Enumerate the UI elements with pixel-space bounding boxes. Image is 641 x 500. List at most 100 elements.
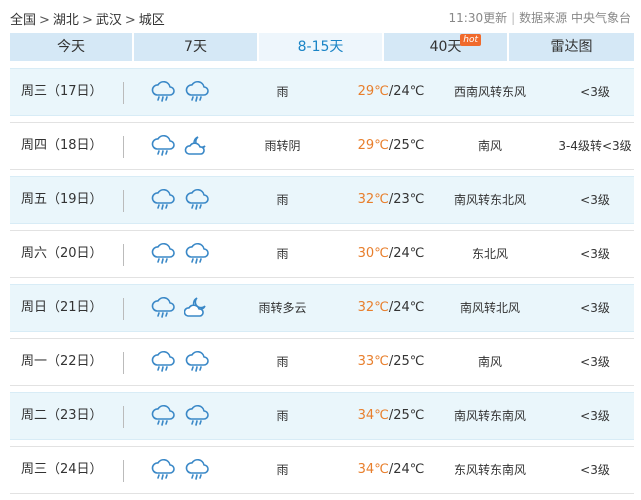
breadcrumb-city[interactable]: 武汉 — [96, 13, 122, 28]
forecast-row: 周六（20日） 雨 30℃/24℃ 东北风 <3级 — [10, 230, 634, 278]
weather-description: 雨 — [276, 463, 289, 477]
wind-direction: 南风转东南风 — [453, 409, 526, 423]
tab-label: 7天 — [184, 39, 207, 55]
weather-description: 雨转阴 — [264, 139, 301, 153]
tab-7-day[interactable]: 7天 — [134, 33, 259, 61]
forecast-date: 周一（22日） — [21, 354, 103, 369]
low-temperature: /24℃ — [388, 84, 425, 99]
rain-icon — [150, 457, 176, 483]
forecast-date: 周三（17日） — [21, 84, 103, 99]
forecast-date: 周五（19日） — [21, 192, 103, 207]
rain-icon — [184, 79, 210, 105]
forecast-date: 周日（21日） — [21, 300, 103, 315]
rain-icon — [150, 187, 176, 213]
tab-label: 今天 — [57, 39, 85, 55]
weather-icons — [150, 295, 212, 323]
rain-icon — [150, 295, 176, 321]
low-temperature: /24℃ — [388, 462, 425, 477]
temperature: 32℃/24℃ — [341, 285, 441, 331]
temperature: 32℃/23℃ — [341, 177, 441, 223]
breadcrumb-country[interactable]: 全国 — [10, 13, 36, 28]
wind-level: <3级 — [580, 409, 610, 423]
forecast-row: 周五（19日） 雨 32℃/23℃ 南风转东北风 <3级 — [10, 176, 634, 224]
temperature: 29℃/24℃ — [341, 69, 441, 115]
tab-label: 雷达图 — [550, 39, 593, 55]
wind-direction: 南风转北风 — [459, 301, 520, 315]
rain-icon — [184, 187, 210, 213]
tab-radar[interactable]: 雷达图 — [509, 33, 634, 61]
wind-direction: 南风转东北风 — [453, 193, 526, 207]
tab-8-15-day[interactable]: 8-15天 — [259, 33, 384, 61]
breadcrumb-separator: > — [81, 13, 93, 28]
row-divider — [123, 82, 124, 104]
forecast-row: 周日（21日） 雨转多云 32℃/24℃ 南风转北风 <3级 — [10, 284, 634, 332]
forecast-row: 周一（22日） 雨 33℃/25℃ 南风 <3级 — [10, 338, 634, 386]
rain-icon — [184, 403, 210, 429]
weather-description: 雨 — [276, 247, 289, 261]
data-source-info: 11:30更新 | 数据来源 中央气象台 — [449, 9, 632, 26]
temperature: 30℃/24℃ — [341, 231, 441, 277]
rain-icon — [150, 403, 176, 429]
forecast-date: 周三（24日） — [21, 462, 103, 477]
row-divider — [123, 406, 124, 428]
tab-today[interactable]: 今天 — [10, 33, 134, 61]
temperature: 34℃/24℃ — [341, 447, 441, 493]
forecast-row: 周三（24日） 雨 34℃/24℃ 东风转东南风 <3级 — [10, 446, 634, 494]
wind-level: <3级 — [580, 85, 610, 99]
row-divider — [123, 244, 124, 266]
breadcrumb-separator: > — [39, 13, 50, 28]
forecast-row: 周二（23日） 雨 34℃/25℃ 南风转东南风 <3级 — [10, 392, 634, 440]
high-temperature: 32℃ — [357, 300, 389, 315]
forecast-date: 周四（18日） — [21, 138, 103, 153]
high-temperature: 34℃ — [357, 462, 389, 477]
row-divider — [123, 298, 124, 320]
low-temperature: /24℃ — [388, 246, 425, 261]
divider: | — [511, 11, 516, 25]
wind-direction: 南风 — [477, 139, 502, 153]
overcast-moon-icon — [184, 133, 210, 159]
rain-icon — [184, 349, 210, 375]
low-temperature: /25℃ — [388, 354, 425, 369]
high-temperature: 30℃ — [357, 246, 389, 261]
low-temperature: /25℃ — [388, 408, 425, 423]
tab-label: 8-15天 — [297, 39, 344, 55]
weather-description: 雨 — [276, 193, 289, 207]
weather-icons — [150, 187, 212, 215]
weather-icons — [150, 457, 212, 485]
temperature: 29℃/25℃ — [341, 123, 441, 169]
weather-icons — [150, 349, 212, 377]
rain-icon — [150, 241, 176, 267]
high-temperature: 33℃ — [357, 354, 389, 369]
high-temperature: 29℃ — [357, 138, 389, 153]
forecast-tabs: 今天 7天 8-15天 40天 hot 雷达图 — [10, 33, 634, 61]
rain-icon — [184, 241, 210, 267]
forecast-date: 周六（20日） — [21, 246, 103, 261]
breadcrumb-separator: > — [124, 13, 136, 28]
weather-icons — [150, 241, 212, 269]
source-label: 数据来源 — [519, 11, 568, 25]
wind-level: <3级 — [580, 301, 610, 315]
rain-icon — [184, 457, 210, 483]
high-temperature: 32℃ — [357, 192, 389, 207]
temperature: 34℃/25℃ — [341, 393, 441, 439]
weather-description: 雨 — [276, 409, 289, 423]
high-temperature: 29℃ — [357, 84, 389, 99]
breadcrumb: 全国 > 湖北 > 武汉 > 城区 — [10, 9, 165, 28]
high-temperature: 34℃ — [357, 408, 389, 423]
forecast-list: 周三（17日）雨 29℃/24℃ 西南风转东风 <3级 周四（18日） 雨转阴 29℃/25… — [10, 68, 634, 500]
cloudy-moon-icon — [184, 295, 210, 321]
weather-icons — [150, 403, 212, 431]
wind-direction: 西南风转东风 — [453, 85, 526, 99]
tab-40-day[interactable]: 40天 hot — [384, 33, 509, 61]
weather-description: 雨 — [276, 85, 289, 99]
low-temperature: /25℃ — [388, 138, 425, 153]
weather-description: 雨转多云 — [258, 301, 307, 315]
wind-level: <3级 — [580, 247, 610, 261]
rain-icon — [150, 133, 176, 159]
update-time: 11:30更新 — [448, 11, 508, 25]
breadcrumb-province[interactable]: 湖北 — [53, 13, 79, 28]
wind-level: <3级 — [580, 193, 610, 207]
wind-level: 3-4级转<3级 — [558, 139, 632, 153]
row-divider — [123, 460, 124, 482]
low-temperature: /24℃ — [388, 300, 425, 315]
